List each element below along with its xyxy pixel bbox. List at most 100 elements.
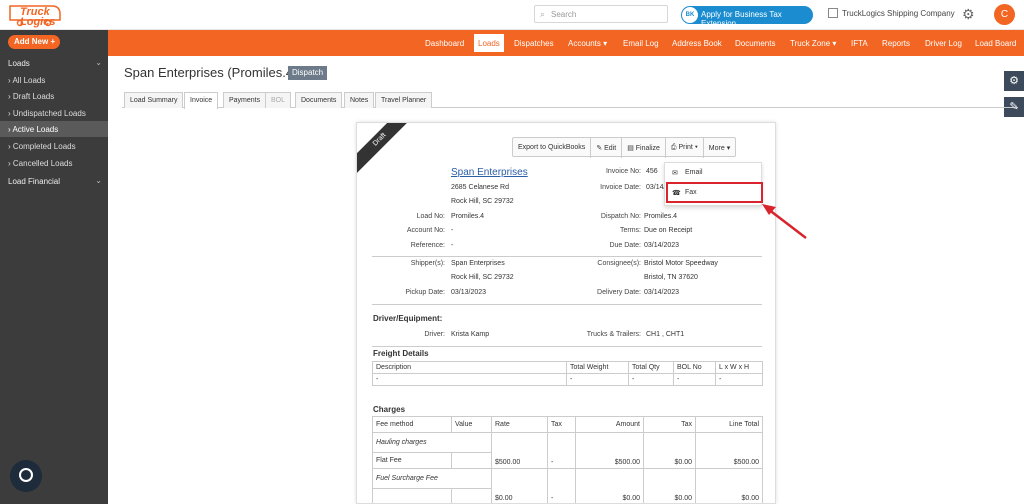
nav-truck-zone[interactable]: Truck Zone ▾: [790, 39, 836, 48]
envelope-icon: ✉: [672, 170, 678, 177]
tab-load-summary[interactable]: Load Summary: [124, 92, 184, 108]
plus-icon: +: [50, 37, 56, 46]
nav-accounts[interactable]: Accounts ▾: [568, 39, 607, 48]
search-placeholder: Search: [551, 10, 577, 19]
edit-button[interactable]: ✎ Edit: [591, 138, 623, 158]
tab-invoice[interactable]: Invoice: [184, 92, 219, 109]
tab-travel-planner[interactable]: Travel Planner: [375, 92, 433, 108]
nav-load-board[interactable]: Load Board: [975, 39, 1016, 48]
charge-cell: $500.00: [575, 432, 644, 469]
reference-value: -: [451, 242, 454, 249]
print-button[interactable]: ⎙ Print ▾: [666, 138, 704, 158]
divider: [372, 346, 762, 347]
nav-dispatches[interactable]: Dispatches: [514, 39, 554, 48]
pickup-date-value: 03/13/2023: [451, 289, 487, 296]
nav-driver-log[interactable]: Driver Log: [925, 39, 962, 48]
delivery-date-value: 03/14/2023: [644, 289, 680, 296]
more-button[interactable]: More ▾: [704, 138, 735, 158]
shipper-label: Shipper(s):: [410, 260, 445, 267]
consignee-city: Bristol, TN 37620: [644, 274, 698, 281]
apply-tax-extension-button[interactable]: BK Apply for Business Tax Extension: [681, 6, 813, 28]
nav-reports[interactable]: Reports: [882, 39, 910, 48]
consignee-name: Bristol Motor Speedway: [644, 260, 718, 267]
fuel-surcharge-label: Fuel Surcharge Fee: [372, 468, 492, 489]
settings-widget-icon[interactable]: ⚙: [1004, 71, 1024, 91]
chevron-down-icon: ▾: [603, 39, 608, 48]
sidebar-item-draft-loads[interactable]: › Draft Loads: [0, 88, 108, 104]
sidebar-item-label: Cancelled Loads: [12, 159, 73, 168]
due-date-value: 03/14/2023: [644, 242, 680, 249]
consignee-label: Consignee(s):: [597, 260, 641, 267]
sidebar-item-label: Active Loads: [12, 125, 59, 134]
charges-header-line-total: Line Total: [695, 416, 763, 433]
account-no-label: Account No:: [406, 227, 445, 234]
sidebar-section-loads[interactable]: Loads ⌄: [0, 55, 108, 71]
customer-address-2: Rock Hill, SC 29732: [451, 198, 514, 205]
charge-cell: -: [547, 432, 576, 469]
logo-text: Truck Logics: [20, 6, 56, 28]
reference-label: Reference:: [410, 242, 445, 249]
nav-documents[interactable]: Documents: [735, 39, 775, 48]
sidebar-item-active-loads[interactable]: › Active Loads: [0, 121, 108, 137]
tab-documents[interactable]: Documents: [295, 92, 343, 108]
charge-value-input[interactable]: [451, 488, 492, 503]
freight-header-description: Description: [372, 361, 567, 374]
add-new-button[interactable]: Add New +: [8, 35, 60, 49]
divider: [372, 256, 762, 257]
sidebar-section-label: Loads: [8, 59, 30, 68]
driver-label: Driver:: [424, 331, 445, 338]
settings-gear-icon[interactable]: ⚙: [962, 6, 975, 23]
tab-notes[interactable]: Notes: [344, 92, 375, 108]
charge-value-input[interactable]: [451, 452, 492, 469]
freight-header-qty: Total Qty: [628, 361, 674, 374]
customer-link[interactable]: Span Enterprises: [451, 167, 528, 178]
driver-value: Krista Kamp: [451, 331, 490, 338]
nav-loads[interactable]: Loads: [474, 34, 504, 52]
search-input[interactable]: ⌕ Search: [534, 5, 668, 23]
chevron-down-icon: ⌄: [95, 176, 102, 185]
charges-title: Charges: [373, 405, 406, 414]
charges-header-fee-method: Fee method: [372, 416, 452, 433]
freight-cell: -: [628, 373, 674, 386]
export-quickbooks-button[interactable]: Export to QuickBooks: [513, 138, 592, 158]
edit-icon: ✎: [596, 145, 603, 152]
trucklogics-logo[interactable]: Truck Logics: [8, 3, 64, 28]
freight-header-dimensions: L x W x H: [715, 361, 763, 374]
apply-label: Apply for Business Tax Extension: [701, 10, 782, 28]
nav-ifta[interactable]: IFTA: [851, 39, 868, 48]
charges-header-rate: Rate: [491, 416, 548, 433]
finalize-icon: ▤: [627, 145, 634, 152]
nav-address-book[interactable]: Address Book: [672, 39, 722, 48]
add-new-label: Add New: [14, 37, 49, 46]
nav-dashboard[interactable]: Dashboard: [425, 39, 464, 48]
user-avatar[interactable]: C: [994, 4, 1015, 25]
finalize-button[interactable]: ▤ Finalize: [622, 138, 666, 158]
charge-cell: -: [547, 468, 576, 503]
trucks-trailers-label: Trucks & Trailers:: [586, 331, 641, 338]
sidebar-item-all-loads[interactable]: › All Loads: [0, 72, 108, 88]
charge-cell: $0.00: [695, 468, 763, 503]
charge-cell: $500.00: [695, 432, 763, 469]
freight-header-bol: BOL No: [673, 361, 716, 374]
company-selector[interactable]: TruckLogics Shipping Company: [828, 8, 955, 18]
nav-email-log[interactable]: Email Log: [623, 39, 659, 48]
menu-item-email[interactable]: ✉ Email: [665, 164, 761, 182]
tab-bol[interactable]: BOL: [265, 92, 292, 108]
terms-label: Terms:: [620, 227, 641, 234]
pickup-date-label: Pickup Date:: [405, 289, 445, 296]
charges-header-tax: Tax: [547, 416, 576, 433]
driver-equipment-title: Driver/Equipment:: [373, 314, 443, 323]
sidebar-item-cancelled-loads[interactable]: › Cancelled Loads: [0, 155, 108, 171]
sidebar-item-completed-loads[interactable]: › Completed Loads: [0, 138, 108, 154]
chat-support-button[interactable]: [10, 460, 42, 492]
chevron-down-icon: ▾: [832, 39, 837, 48]
invoice-toolbar: Export to QuickBooks ✎ Edit ▤ Finalize ⎙…: [512, 137, 737, 158]
account-no-value: -: [451, 227, 454, 234]
building-icon: [828, 8, 838, 18]
charge-cell: $0.00: [643, 432, 696, 469]
tab-payments[interactable]: Payments: [223, 92, 267, 108]
fax-highlight-box: [666, 182, 763, 203]
sidebar-item-undispatched-loads[interactable]: › Undispatched Loads: [0, 105, 108, 121]
divider: [372, 304, 762, 305]
sidebar-section-load-financial[interactable]: Load Financial ⌄: [0, 173, 108, 189]
